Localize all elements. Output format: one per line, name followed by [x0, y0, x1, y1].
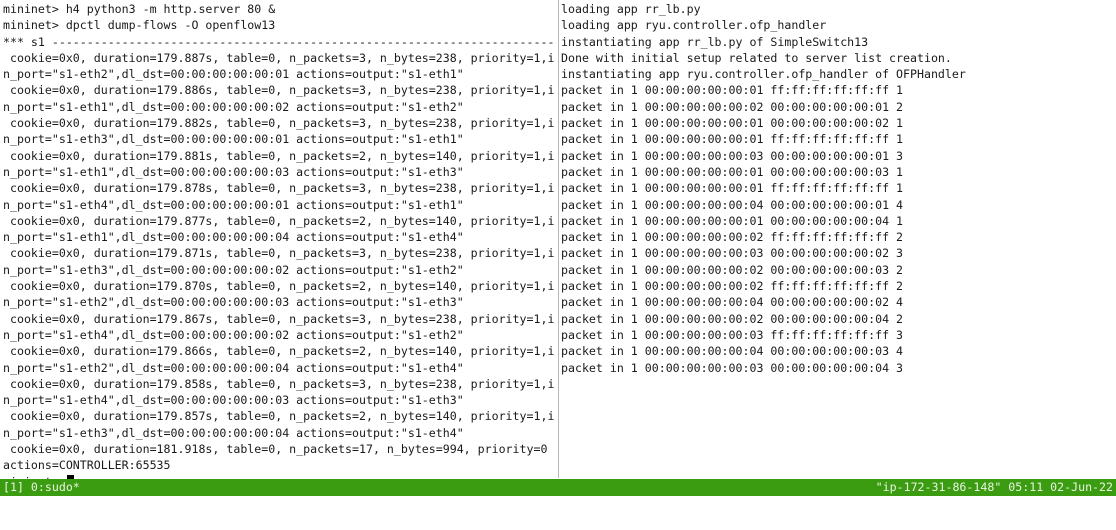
controller-log-line: packet in 1 00:00:00:00:00:02 ff:ff:ff:f…	[561, 279, 904, 294]
terminal-output-line: cookie=0x0, duration=179.870s, table=0, …	[3, 279, 555, 294]
terminal-output-line: cookie=0x0, duration=179.858s, table=0, …	[3, 376, 555, 391]
terminal-output-line: cookie=0x0, duration=181.918s, table=0, …	[3, 442, 548, 457]
terminal-output-line: *** s1 ---------------------------------…	[3, 34, 555, 49]
controller-log-line: packet in 1 00:00:00:00:00:04 00:00:00:0…	[561, 295, 904, 310]
controller-log-line: packet in 1 00:00:00:00:00:03 00:00:00:0…	[561, 148, 904, 163]
controller-log-line: packet in 1 00:00:00:00:00:01 00:00:00:0…	[561, 116, 904, 131]
controller-log-line: packet in 1 00:00:00:00:00:02 ff:ff:ff:f…	[561, 230, 904, 245]
controller-log-line: packet in 1 00:00:00:00:00:02 00:00:00:0…	[561, 311, 904, 326]
tmux-status-bar: [1] 0:sudo* "ip-172-31-86-148" 05:11 02-…	[0, 479, 1116, 496]
controller-log-line: packet in 1 00:00:00:00:00:01 ff:ff:ff:f…	[561, 83, 904, 98]
terminal-output-line: n_port="s1-eth1",dl_dst=00:00:00:00:00:0…	[3, 230, 464, 245]
controller-log-line: Done with initial setup related to serve…	[561, 50, 952, 65]
terminal-output-line: cookie=0x0, duration=179.857s, table=0, …	[3, 409, 555, 424]
left-terminal-pane[interactable]: mininet> h4 python3 -m http.server 80 & m…	[3, 0, 557, 479]
controller-log-line: packet in 1 00:00:00:00:00:01 00:00:00:0…	[561, 164, 904, 179]
status-host-clock: "ip-172-31-86-148" 05:11 02-Jun-22	[875, 480, 1113, 494]
controller-log-line: packet in 1 00:00:00:00:00:04 00:00:00:0…	[561, 344, 904, 359]
controller-log-line: packet in 1 00:00:00:00:00:04 00:00:00:0…	[561, 197, 904, 212]
controller-log-line: packet in 1 00:00:00:00:00:03 00:00:00:0…	[561, 360, 904, 375]
controller-log-line: packet in 1 00:00:00:00:00:01 00:00:00:0…	[561, 213, 904, 228]
terminal-output-line: n_port="s1-eth2",dl_dst=00:00:00:00:00:0…	[3, 360, 464, 375]
pane-divider-line	[558, 0, 559, 478]
terminal-output-line: cookie=0x0, duration=179.867s, table=0, …	[3, 311, 555, 326]
terminal-output-line: actions=CONTROLLER:65535	[3, 458, 171, 473]
terminal-output-line: n_port="s1-eth1",dl_dst=00:00:00:00:00:0…	[3, 164, 464, 179]
terminal-output-line: n_port="s1-eth3",dl_dst=00:00:00:00:00:0…	[3, 425, 464, 440]
terminal-output-line: cookie=0x0, duration=179.877s, table=0, …	[3, 213, 555, 228]
terminal-output-line: n_port="s1-eth1",dl_dst=00:00:00:00:00:0…	[3, 99, 464, 114]
controller-log-line: loading app ryu.controller.ofp_handler	[561, 18, 827, 33]
terminal-output-line: cookie=0x0, duration=179.887s, table=0, …	[3, 50, 555, 65]
status-window-list[interactable]: [1] 0:sudo*	[3, 479, 80, 496]
terminal-output-line: cookie=0x0, duration=179.882s, table=0, …	[3, 116, 555, 131]
controller-log-line: loading app rr_lb.py	[561, 2, 701, 16]
terminal-output-line: mininet> h4 python3 -m http.server 80 &	[3, 2, 276, 16]
controller-log-line: packet in 1 00:00:00:00:00:01 ff:ff:ff:f…	[561, 132, 904, 147]
controller-log-line: packet in 1 00:00:00:00:00:03 ff:ff:ff:f…	[561, 327, 904, 342]
controller-log-line: packet in 1 00:00:00:00:00:02 00:00:00:0…	[561, 99, 904, 114]
controller-log-line: packet in 1 00:00:00:00:00:03 00:00:00:0…	[561, 246, 904, 261]
terminal-output-line: cookie=0x0, duration=179.881s, table=0, …	[3, 148, 555, 163]
controller-log-line: packet in 1 00:00:00:00:00:01 ff:ff:ff:f…	[561, 181, 904, 196]
terminal-output-line: cookie=0x0, duration=179.871s, table=0, …	[3, 246, 555, 261]
controller-log-line: instantiating app rr_lb.py of SimpleSwit…	[561, 34, 869, 49]
right-terminal-pane[interactable]: loading app rr_lb.pyloading app ryu.cont…	[561, 0, 1114, 479]
terminal-output-line: mininet> dpctl dump-flows -O openflow13	[3, 18, 276, 33]
terminal-output-line: cookie=0x0, duration=179.878s, table=0, …	[3, 181, 555, 196]
terminal-output-line: n_port="s1-eth4",dl_dst=00:00:00:00:00:0…	[3, 327, 464, 342]
terminal-output-line: n_port="s1-eth4",dl_dst=00:00:00:00:00:0…	[3, 393, 464, 408]
terminal-output-line: n_port="s1-eth3",dl_dst=00:00:00:00:00:0…	[3, 132, 464, 147]
terminal-output-line: n_port="s1-eth2",dl_dst=00:00:00:00:00:0…	[3, 67, 464, 82]
controller-log-line: instantiating app ryu.controller.ofp_han…	[561, 67, 966, 82]
terminal-output-line: n_port="s1-eth3",dl_dst=00:00:00:00:00:0…	[3, 262, 464, 277]
terminal-output-line: n_port="s1-eth4",dl_dst=00:00:00:00:00:0…	[3, 197, 464, 212]
terminal-output-line: n_port="s1-eth2",dl_dst=00:00:00:00:00:0…	[3, 295, 464, 310]
controller-log-line: packet in 1 00:00:00:00:00:02 00:00:00:0…	[561, 262, 904, 277]
terminal-output-line: cookie=0x0, duration=179.866s, table=0, …	[3, 344, 555, 359]
terminal-output-line: cookie=0x0, duration=179.886s, table=0, …	[3, 83, 555, 98]
